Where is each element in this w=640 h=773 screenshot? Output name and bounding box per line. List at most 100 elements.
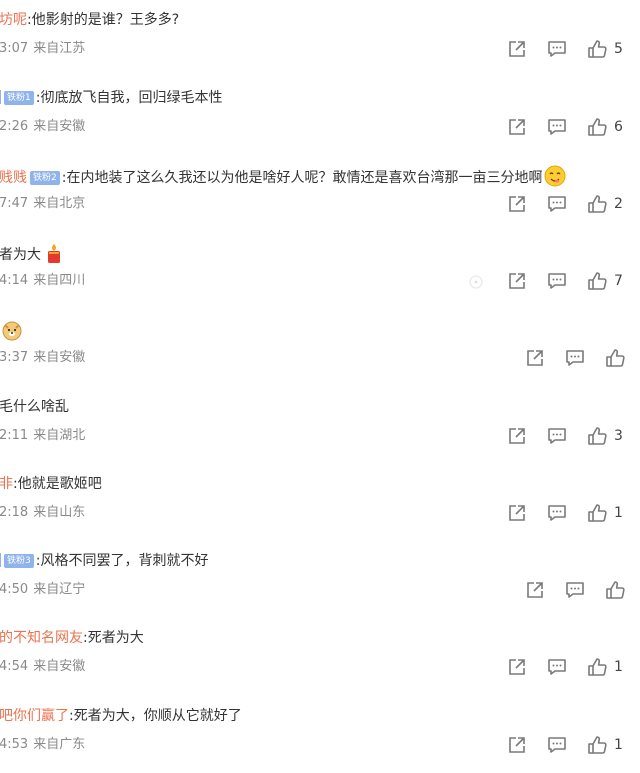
comment-meta: 4:14 来自四川 <box>0 271 85 291</box>
like-count: 6 <box>614 119 623 135</box>
share-icon[interactable] <box>506 116 528 138</box>
username-fragment[interactable] <box>0 553 1 567</box>
share-icon[interactable] <box>524 579 546 601</box>
comment-item: 非:他就是歌姬吧 2:18 来自山东 1 <box>0 464 640 541</box>
comment-meta: 4:50 来自辽宁 <box>0 580 85 600</box>
comment-text: :风格不同罢了，背刺就不好 <box>35 553 209 569</box>
share-icon[interactable] <box>506 425 528 447</box>
comment-time: 2:26 <box>0 119 29 134</box>
comment-text: :他就是歌姬吧 <box>13 476 102 492</box>
comment-content: 贱贱 铁粉2:在内地装了这么久我还以为他是啥好人呢？敢情还是喜欢台湾那一亩三分地啊 <box>0 165 566 188</box>
like-count: 1 <box>614 659 623 675</box>
comment-location: 来自山东 <box>33 505 86 520</box>
thumbs-up-icon[interactable] <box>586 656 608 678</box>
comment-time: 4:14 <box>0 273 29 288</box>
comment-location: 来自辽宁 <box>33 582 86 597</box>
comment-location: 来自湖北 <box>33 428 86 443</box>
comment-time: 4:50 <box>0 582 29 597</box>
comment-content: 毛什么啥乱 <box>0 397 69 417</box>
comment-icon[interactable] <box>564 579 586 601</box>
comment-icon[interactable] <box>546 38 568 60</box>
comment-icon[interactable] <box>546 193 568 215</box>
comment-item: 者为大 4:14 来自四川 7 <box>0 232 640 309</box>
comment-text: 者为大 <box>0 247 41 263</box>
comment-item: 贱贱 铁粉2:在内地装了这么久我还以为他是啥好人呢？敢情还是喜欢台湾那一亩三分地啊… <box>0 155 640 232</box>
comment-time: 7:47 <box>0 196 29 211</box>
candle-emoji <box>43 242 65 264</box>
comment-text: :死者为大，你顺从它就好了 <box>69 708 242 724</box>
comment-text: 毛什么啥乱 <box>0 399 69 415</box>
comment-time: 4:53 <box>0 737 29 752</box>
thumbs-up-icon[interactable] <box>586 734 608 756</box>
share-icon[interactable] <box>506 734 528 756</box>
like-count: 7 <box>614 273 623 289</box>
username-link[interactable]: 贱贱 <box>0 170 27 186</box>
share-icon[interactable] <box>506 270 528 292</box>
username-link[interactable]: 吧你们赢了 <box>0 708 69 724</box>
comment-meta: 4:53 来自广东 <box>0 735 85 755</box>
comment-icon[interactable] <box>546 425 568 447</box>
comment-location: 来自四川 <box>33 273 86 288</box>
username-link[interactable]: 非 <box>0 476 13 492</box>
comment-icon[interactable] <box>564 347 586 369</box>
comment-meta: 2:26 来自安徽 <box>0 117 85 137</box>
share-icon[interactable] <box>506 656 528 678</box>
comment-meta: 2:18 来自山东 <box>0 503 85 523</box>
comment-content: 铁粉1:彻底放飞自我，回归绿毛本性 <box>0 88 222 108</box>
comment-item: 吧你们赢了:死者为大，你顺从它就好了 4:53 来自广东 1 <box>0 696 640 773</box>
comment-time: 2:18 <box>0 505 29 520</box>
like-count: 1 <box>614 737 623 753</box>
comment-location: 来自安徽 <box>33 350 86 365</box>
username-link[interactable]: 的不知名网友 <box>0 630 83 646</box>
thumbs-up-icon[interactable] <box>586 38 608 60</box>
comment-meta: 7:47 来自北京 <box>0 194 85 214</box>
comment-item: 坊呢:他影射的是谁？王多多? 3:07 来自江苏 5 <box>0 0 640 77</box>
comment-location: 来自广东 <box>33 737 86 752</box>
comment-time: 3:37 <box>0 350 29 365</box>
comment-meta: 2:11 来自湖北 <box>0 426 85 446</box>
thumbs-up-icon[interactable] <box>586 425 608 447</box>
share-icon[interactable] <box>506 193 528 215</box>
comment-item: 铁粉3:风格不同罢了，背刺就不好 4:50 来自辽宁 <box>0 541 640 618</box>
comment-text: :死者为大 <box>83 630 144 646</box>
comment-icon[interactable] <box>546 502 568 524</box>
comment-list: 坊呢:他影射的是谁？王多多? 3:07 来自江苏 5 铁粉1:彻底放飞自我，回归绿毛本性… <box>0 0 640 765</box>
comment-text: :在内地装了这么久我还以为他是啥好人呢？敢情还是喜欢台湾那一亩三分地啊 <box>61 170 543 186</box>
comment-location: 来自安徽 <box>33 119 86 134</box>
comment-text: :彻底放飞自我，回归绿毛本性 <box>35 90 223 106</box>
fan-badge: 铁粉3 <box>4 554 34 568</box>
thumbs-up-icon[interactable] <box>586 502 608 524</box>
comment-meta: 3:37 来自安徽 <box>0 348 85 368</box>
comment-meta: 3:07 来自江苏 <box>0 39 85 59</box>
thumbs-up-icon[interactable] <box>604 579 626 601</box>
thumbs-up-icon[interactable] <box>586 270 608 292</box>
comment-content: 非:他就是歌姬吧 <box>0 474 102 494</box>
share-icon[interactable] <box>506 502 528 524</box>
comment-text: :他影射的是谁？王多多? <box>27 12 180 28</box>
share-icon[interactable] <box>524 347 546 369</box>
like-count: 1 <box>614 505 623 521</box>
comment-icon[interactable] <box>546 656 568 678</box>
thumbs-up-icon[interactable] <box>586 193 608 215</box>
comment-content: 坊呢:他影射的是谁？王多多? <box>0 10 179 30</box>
username-fragment[interactable] <box>0 90 1 104</box>
faint-circle-icon <box>468 274 484 290</box>
thumbs-up-icon[interactable] <box>604 347 626 369</box>
comment-icon[interactable] <box>546 270 568 292</box>
comment-icon[interactable] <box>546 734 568 756</box>
comment-location: 来自江苏 <box>33 41 86 56</box>
comment-content: 者为大 <box>0 242 65 265</box>
comment-meta: 4:54 来自安徽 <box>0 657 85 677</box>
thumbs-up-icon[interactable] <box>586 116 608 138</box>
share-icon[interactable] <box>506 38 528 60</box>
comment-time: 4:54 <box>0 659 29 674</box>
comment-icon[interactable] <box>546 116 568 138</box>
username-link[interactable]: 坊呢 <box>0 12 27 28</box>
comment-time: 3:07 <box>0 41 29 56</box>
comment-item: 3:37 来自安徽 <box>0 309 640 386</box>
comment-item: 的不知名网友:死者为大 4:54 来自安徽 1 <box>0 618 640 695</box>
like-count: 3 <box>614 428 623 444</box>
comment-item: 铁粉1:彻底放飞自我，回归绿毛本性 2:26 来自安徽 6 <box>0 78 640 155</box>
comment-location: 来自北京 <box>33 196 86 211</box>
like-count: 5 <box>614 41 623 57</box>
